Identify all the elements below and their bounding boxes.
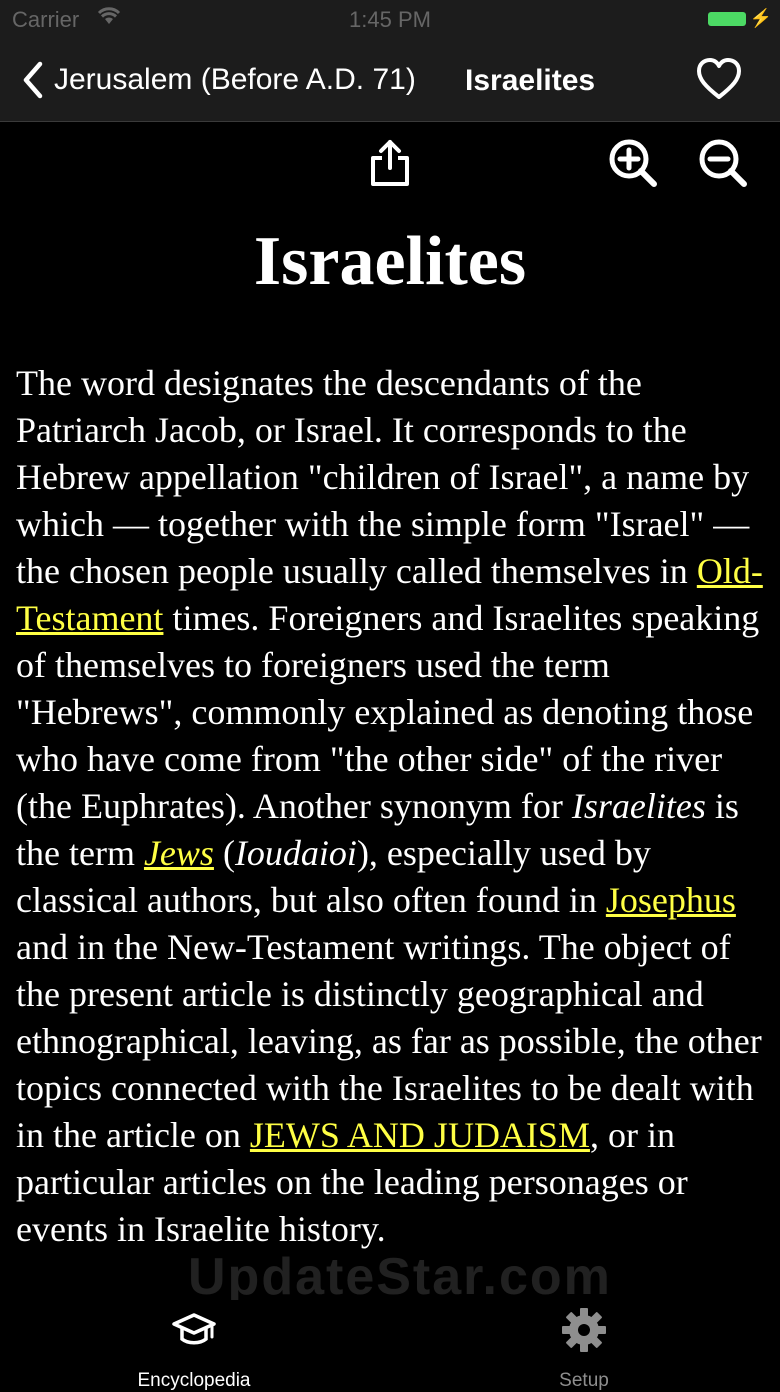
link-josephus[interactable]: Josephus [606, 880, 736, 920]
article-emphasis: Israelites [571, 786, 706, 826]
charging-icon: ⚡ [749, 8, 772, 28]
zoom-in-icon[interactable] [608, 138, 658, 188]
share-icon[interactable] [368, 138, 412, 188]
favorite-heart-icon[interactable] [695, 56, 743, 102]
tab-encyclopedia[interactable]: Encyclopedia [94, 1308, 294, 1392]
watermark: UpdateStar.com [188, 1248, 612, 1306]
article-text: ( [213, 833, 235, 873]
graduation-cap-icon [172, 1313, 216, 1345]
status-time: 1:45 PM [349, 7, 431, 32]
article-title: Israelites [253, 223, 527, 300]
navigation-bar: Jerusalem (Before A.D. 71) Israelites [0, 40, 780, 122]
battery-icon [708, 12, 746, 26]
article-text: The word designates the descendants of t… [16, 363, 750, 591]
zoom-out-icon[interactable] [698, 138, 748, 188]
tab-setup[interactable]: Setup [484, 1308, 684, 1392]
link-jews-and-judaism[interactable]: JEWS AND JUDAISM [250, 1115, 590, 1155]
tab-label: Setup [559, 1370, 609, 1391]
back-button[interactable]: Jerusalem (Before A.D. 71) [20, 58, 416, 102]
gear-icon [562, 1308, 606, 1352]
back-button-label: Jerusalem (Before A.D. 71) [54, 63, 416, 96]
nav-title: Israelites [465, 64, 596, 97]
tab-label: Encyclopedia [137, 1370, 251, 1391]
status-bar: Carrier 1:45 PM ⚡ [0, 0, 780, 40]
link-jews[interactable]: Jews [144, 833, 214, 873]
chevron-left-icon [23, 61, 43, 99]
article-emphasis: Ioudaioi [234, 833, 357, 873]
tab-bar: Encyclopedia Setup [0, 1300, 780, 1391]
article-body: The word designates the descendants of t… [16, 360, 764, 1295]
